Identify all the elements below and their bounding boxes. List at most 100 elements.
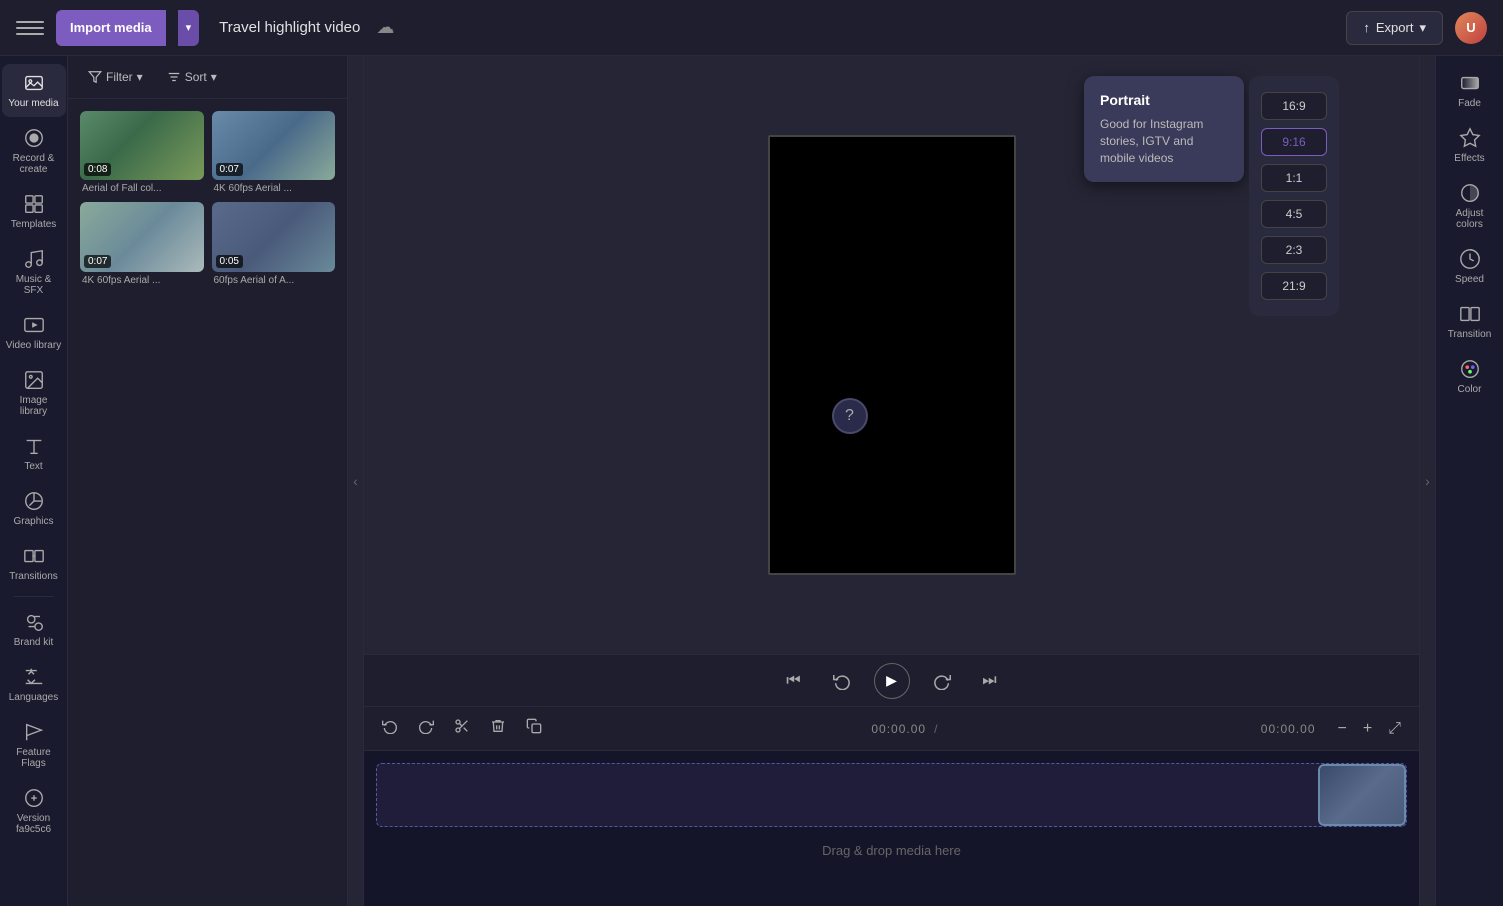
sidebar-label-feature-flags: Feature Flags [6, 747, 62, 769]
sort-button[interactable]: Sort ▾ [159, 66, 225, 88]
sidebar-item-text[interactable]: Text [2, 427, 66, 480]
delete-button[interactable] [484, 714, 512, 743]
sidebar-label-graphics: Graphics [13, 516, 53, 527]
media-thumbnail-3[interactable]: 0:07 4K 60fps Aerial ... [80, 202, 204, 285]
right-panel-label-transition: Transition [1448, 329, 1492, 340]
export-button[interactable]: ↑ Export ▾ [1346, 11, 1443, 45]
cut-button[interactable] [448, 714, 476, 743]
export-label: Export [1376, 20, 1414, 35]
filter-label: Filter [106, 70, 133, 84]
redo-icon [418, 718, 434, 734]
right-panel-item-adjust-colors[interactable]: Adjust colors [1440, 174, 1500, 238]
zoom-out-button[interactable]: − [1332, 718, 1353, 740]
media-panel-collapse-handle[interactable]: ‹ [348, 56, 364, 906]
languages-icon [23, 666, 45, 688]
aspect-ratio-panel: 16:9 9:16 1:1 4:5 2:3 21:9 [1249, 76, 1339, 316]
adjust-colors-icon [1459, 182, 1481, 204]
sidebar-item-record-create[interactable]: Record &create [2, 119, 66, 183]
left-sidebar: Your media Record &create Templates [0, 56, 68, 906]
drag-drop-label: Drag & drop media here [376, 843, 1407, 858]
right-panel-item-fade[interactable]: Fade [1440, 64, 1500, 117]
right-panel-item-transition[interactable]: Transition [1440, 295, 1500, 348]
timeline-current-time: 00:00.00 [871, 722, 926, 736]
redo-button[interactable] [412, 714, 440, 743]
feature-flags-icon [23, 721, 45, 743]
text-icon [23, 435, 45, 457]
sidebar-item-video-library[interactable]: Video library [2, 306, 66, 359]
right-panel-item-color[interactable]: Color [1440, 350, 1500, 403]
effects-icon [1459, 127, 1481, 149]
timeline-clip[interactable] [1318, 764, 1406, 826]
thumb-label-4: 60fps Aerial of A... [212, 275, 336, 286]
skip-to-end-button[interactable]: ⏭ [974, 665, 1006, 697]
sidebar-item-image-library[interactable]: Image library [2, 361, 66, 425]
play-button[interactable]: ▶ [874, 663, 910, 699]
thumb-label-2: 4K 60fps Aerial ... [212, 183, 336, 194]
sidebar-label-transitions: Transitions [9, 571, 58, 582]
media-thumbnail-4[interactable]: 0:05 60fps Aerial of A... [212, 202, 336, 285]
collapse-icon: ‹ [353, 473, 358, 489]
timeline-track[interactable] [376, 763, 1407, 827]
sidebar-label-templates: Templates [11, 219, 57, 230]
aspect-ratio-21x9[interactable]: 21:9 [1261, 272, 1327, 300]
sidebar-item-feature-flags[interactable]: Feature Flags [2, 713, 66, 777]
cut-icon [454, 718, 470, 734]
speed-icon [1459, 248, 1481, 270]
sidebar-item-languages[interactable]: Languages [2, 658, 66, 711]
timeline-toolbar: 00:00.00 / 00:00.00 − + ⤢ [364, 707, 1419, 751]
rewind-button[interactable] [826, 665, 858, 697]
right-panel-item-speed[interactable]: Speed [1440, 240, 1500, 293]
avatar: U [1455, 12, 1487, 44]
fast-forward-button[interactable] [926, 665, 958, 697]
sidebar-label-brand-kit: Brand kit [14, 637, 53, 648]
fit-to-window-button[interactable]: ⤢ [1382, 718, 1407, 740]
undo-icon [382, 718, 398, 734]
image-library-icon [23, 369, 45, 391]
sidebar-label-your-media: Your media [8, 98, 58, 109]
import-media-button[interactable]: Import media [56, 10, 166, 46]
skip-to-start-button[interactable]: ⏮ [778, 665, 810, 697]
filter-icon [88, 70, 102, 84]
import-media-dropdown-button[interactable]: ▾ [178, 10, 200, 46]
sidebar-item-templates[interactable]: Templates [2, 185, 66, 238]
aspect-ratio-1x1[interactable]: 1:1 [1261, 164, 1327, 192]
center-area: Portrait Good for Instagram stories, IGT… [364, 56, 1419, 906]
help-button[interactable]: ? [832, 398, 868, 434]
sidebar-item-music-sfx[interactable]: Music & SFX [2, 240, 66, 304]
media-grid: 0:08 Aerial of Fall col... 0:07 4K 60fps… [68, 99, 347, 298]
aspect-ratio-9x16[interactable]: 9:16 [1261, 128, 1327, 156]
color-icon [1459, 358, 1481, 380]
sidebar-divider [14, 596, 54, 597]
filter-button[interactable]: Filter ▾ [80, 66, 151, 88]
sidebar-item-your-media[interactable]: Your media [2, 64, 66, 117]
right-panel-collapse-handle[interactable]: › [1419, 56, 1435, 906]
fade-icon [1459, 72, 1481, 94]
sidebar-item-graphics[interactable]: Graphics [2, 482, 66, 535]
sidebar-label-text: Text [24, 461, 42, 472]
media-thumbnail-1[interactable]: 0:08 Aerial of Fall col... [80, 111, 204, 194]
timeline-time-separator: / [934, 722, 937, 736]
media-thumbnail-2[interactable]: 0:07 4K 60fps Aerial ... [212, 111, 336, 194]
transitions-icon [23, 545, 45, 567]
right-panel: Fade Effects Adjust colors Speed [1435, 56, 1503, 906]
right-panel-label-effects: Effects [1454, 153, 1484, 164]
thumb-duration-3: 0:07 [84, 255, 111, 268]
hamburger-menu[interactable] [16, 14, 44, 42]
sort-chevron-icon: ▾ [211, 70, 217, 84]
thumb-duration-2: 0:07 [216, 163, 243, 176]
undo-button[interactable] [376, 714, 404, 743]
aspect-ratio-4x5[interactable]: 4:5 [1261, 200, 1327, 228]
media-panel: Filter ▾ Sort ▾ 0:08 Aerial of Fall col.… [68, 56, 348, 906]
sidebar-item-brand-kit[interactable]: Brand kit [2, 603, 66, 656]
transition-icon [1459, 303, 1481, 325]
sort-label: Sort [185, 70, 207, 84]
zoom-in-button[interactable]: + [1357, 718, 1378, 740]
aspect-ratio-2x3[interactable]: 2:3 [1261, 236, 1327, 264]
right-panel-item-effects[interactable]: Effects [1440, 119, 1500, 172]
aspect-ratio-16x9[interactable]: 16:9 [1261, 92, 1327, 120]
top-bar: Import media ▾ Travel highlight video ☁ … [0, 0, 1503, 56]
sidebar-item-transitions[interactable]: Transitions [2, 537, 66, 590]
sidebar-item-version[interactable]: Versionfa9c5c6 [2, 779, 66, 843]
copy-button[interactable] [520, 714, 548, 743]
timeline-total-time: 00:00.00 [1261, 722, 1316, 736]
